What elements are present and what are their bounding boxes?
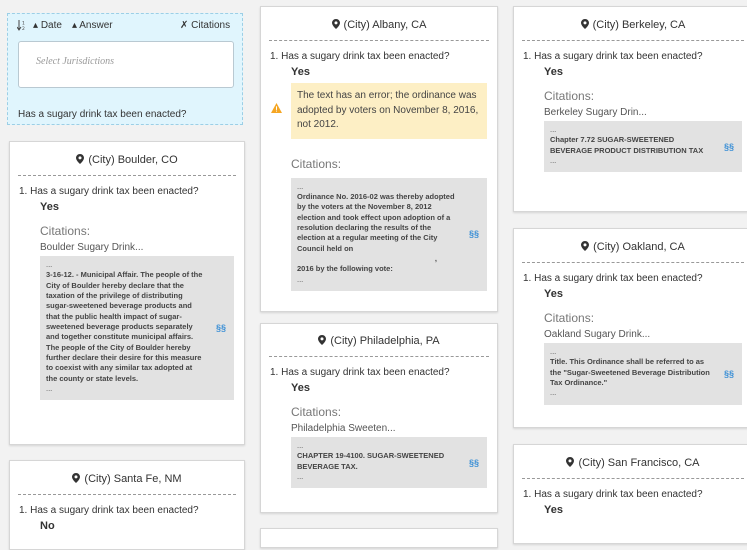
question: 1. Has a sugary drink tax been enacted? (19, 505, 199, 516)
question: 1. Has a sugary drink tax been enacted? (523, 51, 703, 62)
answer: Yes (40, 201, 59, 213)
citation-link[interactable]: Berkeley Sugary Drin... (514, 103, 747, 118)
question: 1. Has a sugary drink tax been enacted? (523, 489, 703, 500)
citation-excerpt: ... Ordinance No. 2016-02 was thereby ad… (291, 177, 487, 291)
card-san-francisco: (City) San Francisco, CA 1. Has a sugary… (513, 444, 747, 544)
card-albany: (City) Albany, CA 1. Has a sugary drink … (260, 6, 498, 312)
warning-note: The text has an error; the ordinance was… (271, 83, 487, 139)
card-next (260, 528, 498, 548)
citations-heading: Citations: (544, 311, 595, 325)
card-title: (City) San Francisco, CA (522, 445, 744, 479)
svg-text:1: 1 (22, 21, 25, 27)
citation-excerpt: ... 3-16-12. - Municipal Affair. The peo… (40, 256, 234, 401)
sort-date-button[interactable]: ▴ Date (33, 20, 62, 31)
jurisdictions-select[interactable]: Select Jurisdictions (18, 41, 234, 88)
citation-excerpt: ... CHAPTER 19-4100. SUGAR-SWEETENED BEV… (291, 437, 487, 489)
answer: Yes (544, 504, 563, 516)
section-link[interactable]: §§ (216, 322, 226, 334)
filter-question: Has a sugary drink tax been enacted? (18, 109, 187, 120)
citations-heading: Citations: (291, 156, 342, 171)
citations-heading: Citations: (40, 224, 91, 238)
map-marker-icon (76, 154, 85, 164)
question: 1. Has a sugary drink tax been enacted? (523, 273, 703, 284)
card-title: (City) Santa Fe, NM (18, 461, 236, 495)
tools-icon: ✗ (180, 20, 189, 31)
filter-panel: 12 ▴ Date ▴ Answer ✗ Citations Select Ju… (7, 13, 243, 125)
map-marker-icon (566, 457, 575, 467)
answer: Yes (291, 66, 310, 78)
sort-answer-button[interactable]: ▴ Answer (72, 20, 113, 31)
citations-toggle[interactable]: ✗ Citations (180, 20, 230, 31)
question: 1. Has a sugary drink tax been enacted? (19, 186, 199, 197)
answer: Yes (544, 288, 563, 300)
card-philadelphia: (City) Philadelphia, PA 1. Has a sugary … (260, 323, 498, 513)
card-oakland: (City) Oakland, CA 1. Has a sugary drink… (513, 228, 747, 428)
caret-up-icon: ▴ (33, 20, 39, 31)
card-boulder: (City) Boulder, CO 1. Has a sugary drink… (9, 141, 245, 445)
card-santa-fe: (City) Santa Fe, NM 1. Has a sugary drin… (9, 460, 245, 550)
jurisdictions-placeholder: Select Jurisdictions (36, 56, 115, 67)
citations-heading: Citations: (544, 89, 595, 103)
citation-excerpt: ... Title. This Ordinance shall be refer… (544, 343, 742, 405)
question: 1. Has a sugary drink tax been enacted? (270, 367, 450, 378)
card-title: (City) Berkeley, CA (522, 7, 744, 41)
map-marker-icon (580, 19, 589, 29)
card-title: (City) Boulder, CO (18, 142, 236, 176)
warning-icon (271, 103, 282, 113)
question: 1. Has a sugary drink tax been enacted? (270, 51, 450, 62)
answer: Yes (544, 66, 563, 78)
card-berkeley: (City) Berkeley, CA 1. Has a sugary drin… (513, 6, 747, 212)
answer: Yes (291, 382, 310, 394)
section-link[interactable]: §§ (469, 456, 479, 468)
svg-text:2: 2 (22, 26, 25, 31)
card-title: (City) Philadelphia, PA (269, 324, 489, 357)
section-link[interactable]: §§ (724, 140, 734, 152)
citation-link[interactable]: Philadelphia Sweeten... (261, 419, 497, 434)
sort-numeric-icon[interactable]: 12 (16, 20, 26, 34)
map-marker-icon (318, 335, 327, 345)
card-title: (City) Albany, CA (269, 7, 489, 41)
citation-link[interactable]: Boulder Sugary Drink... (10, 238, 244, 253)
section-link[interactable]: §§ (724, 368, 734, 380)
map-marker-icon (581, 241, 590, 251)
citation-excerpt: ... Chapter 7.72 SUGAR-SWEETENED BEVERAG… (544, 121, 742, 173)
citation-link[interactable]: Oakland Sugary Drink... (514, 325, 747, 340)
map-marker-icon (72, 473, 81, 483)
section-link[interactable]: §§ (469, 228, 479, 240)
map-marker-icon (331, 19, 340, 29)
card-title: (City) Oakland, CA (522, 229, 744, 263)
answer: No (40, 520, 55, 532)
caret-up-icon: ▴ (72, 20, 78, 31)
sort-bar: 12 ▴ Date ▴ Answer ✗ Citations (8, 14, 242, 36)
citations-heading: Citations: (291, 405, 342, 419)
